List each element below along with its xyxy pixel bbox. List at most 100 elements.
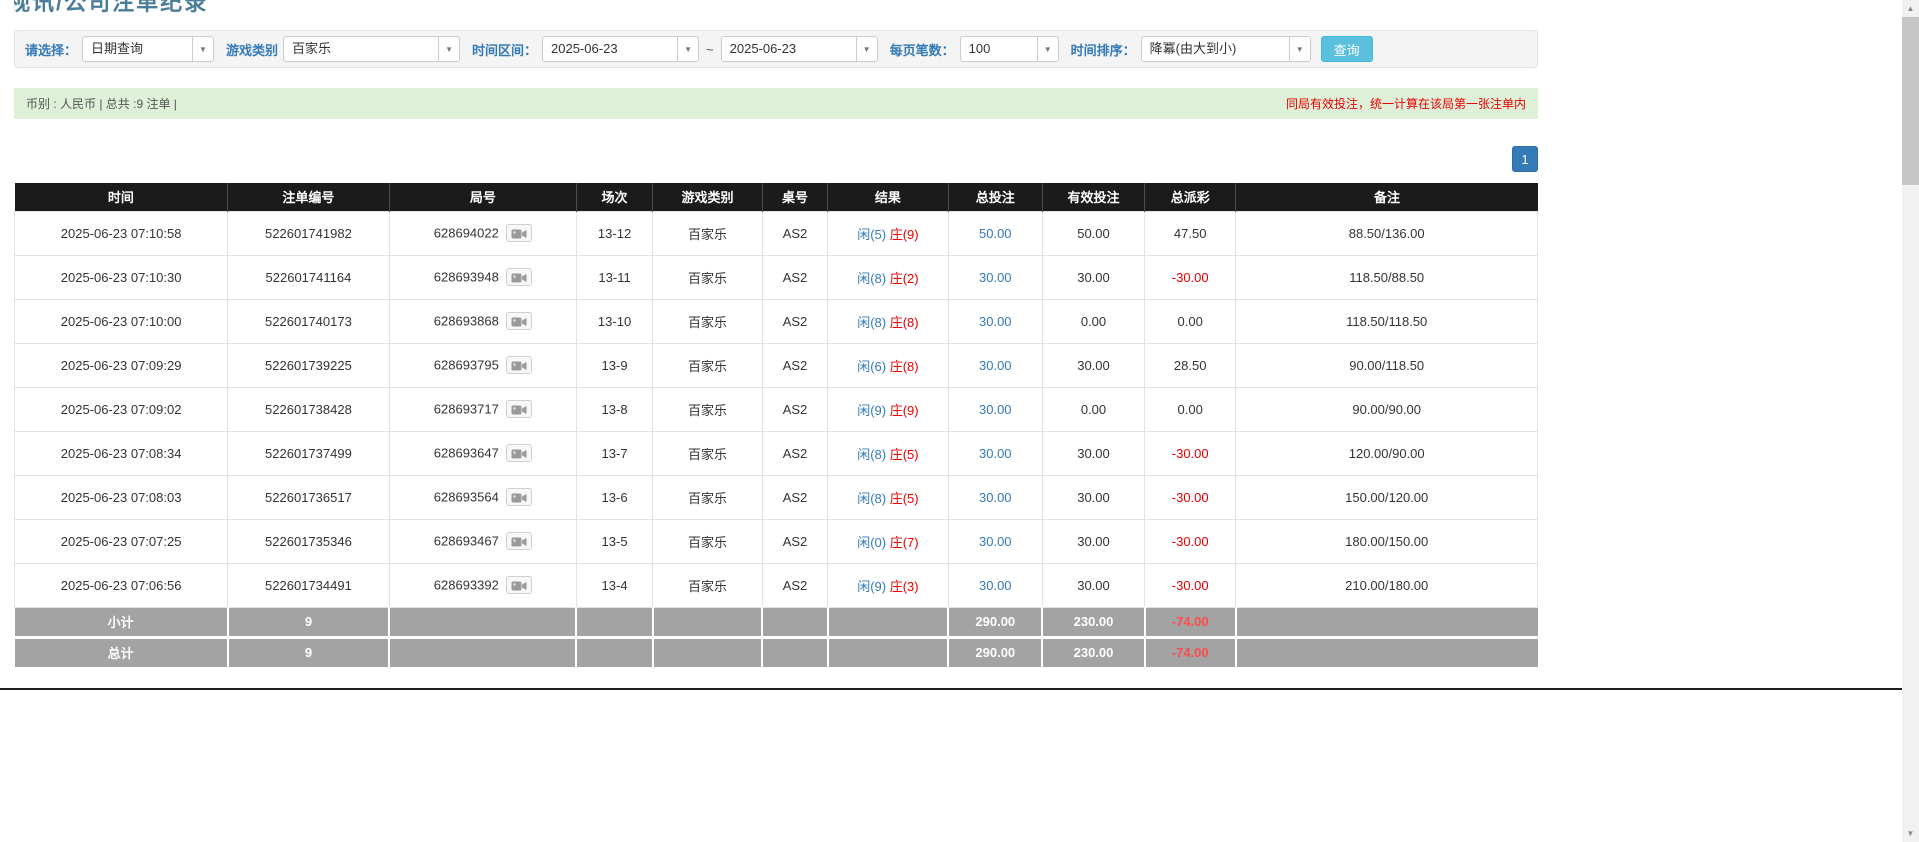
result-banker: 庄(2) <box>890 271 919 286</box>
total-bet-link[interactable]: 30.00 <box>979 270 1012 285</box>
result-banker: 庄(7) <box>890 535 919 550</box>
column-header-time: 时间 <box>15 183 228 211</box>
query-button[interactable]: 查询 <box>1321 36 1373 62</box>
cell-table-no: AS2 <box>762 475 827 519</box>
total-bet-link[interactable]: 50.00 <box>979 226 1012 241</box>
video-replay-button[interactable] <box>506 400 532 418</box>
cell-bet-id: 522601737499 <box>228 431 389 475</box>
video-camera-icon <box>511 316 527 328</box>
cell-payout: -30.00 <box>1145 255 1236 299</box>
video-replay-button[interactable] <box>506 488 532 506</box>
video-camera-icon <box>511 360 527 372</box>
video-camera-icon <box>511 404 527 416</box>
footer-count: 9 <box>228 607 389 637</box>
cell-game-type: 百家乐 <box>653 343 763 387</box>
video-replay-button[interactable] <box>506 576 532 594</box>
table-row: 2025-06-23 07:07:25522601735346628693467… <box>15 519 1538 563</box>
cell-result: 闲(6) 庄(8) <box>828 343 948 387</box>
chevron-down-icon[interactable]: ▼ <box>192 36 214 62</box>
total-bet-link[interactable]: 30.00 <box>979 578 1012 593</box>
game-type-select[interactable]: 百家乐 ▼ <box>283 36 460 62</box>
date-range-separator: ~ <box>706 42 714 57</box>
bottom-divider <box>0 688 1902 690</box>
chevron-down-icon[interactable]: ▼ <box>438 36 460 62</box>
video-replay-button[interactable] <box>506 356 532 374</box>
result-player: 闲(5) <box>857 227 886 242</box>
page-1-button[interactable]: 1 <box>1512 146 1538 172</box>
cell-round: 628693717 <box>389 387 576 431</box>
cell-round: 628693795 <box>389 343 576 387</box>
query-type-select[interactable]: 日期查询 ▼ <box>82 36 214 62</box>
cell-bet-id: 522601741982 <box>228 211 389 255</box>
cell-result: 闲(8) 庄(8) <box>828 299 948 343</box>
cell-bet-id: 522601738428 <box>228 387 389 431</box>
video-camera-icon <box>511 580 527 592</box>
total-bet-link[interactable]: 30.00 <box>979 534 1012 549</box>
scrollbar-down-arrow-icon[interactable]: ▼ <box>1902 825 1919 842</box>
result-player: 闲(8) <box>857 271 886 286</box>
result-banker: 庄(5) <box>890 447 919 462</box>
table-row: 2025-06-23 07:06:56522601734491628693392… <box>15 563 1538 607</box>
table-row: 2025-06-23 07:08:03522601736517628693564… <box>15 475 1538 519</box>
cell-payout: 0.00 <box>1145 387 1236 431</box>
cell-result: 闲(8) 庄(2) <box>828 255 948 299</box>
result-banker: 庄(8) <box>890 359 919 374</box>
date-to-input[interactable]: 2025-06-23 ▼ <box>721 36 878 62</box>
cell-table-no: AS2 <box>762 387 827 431</box>
video-replay-button[interactable] <box>506 268 532 286</box>
total-bet-link[interactable]: 30.00 <box>979 402 1012 417</box>
summary-bar: 币别 : 人民币 | 总共 :9 注单 | 同局有效投注，统一计算在该局第一张注… <box>14 88 1538 119</box>
page-size-select[interactable]: 100 ▼ <box>960 36 1059 62</box>
column-header-note: 备注 <box>1236 183 1538 211</box>
result-player: 闲(0) <box>857 535 886 550</box>
table-row: 2025-06-23 07:09:29522601739225628693795… <box>15 343 1538 387</box>
result-banker: 庄(3) <box>890 579 919 594</box>
cell-payout: 47.50 <box>1145 211 1236 255</box>
cell-session: 13-11 <box>576 255 652 299</box>
cell-valid-bet: 30.00 <box>1042 563 1144 607</box>
cell-result: 闲(5) 庄(9) <box>828 211 948 255</box>
sort-order-select[interactable]: 降冪(由大到小) ▼ <box>1141 36 1311 62</box>
cell-session: 13-10 <box>576 299 652 343</box>
scrollbar-thumb[interactable] <box>1902 17 1919 185</box>
subtotal-row: 小计9290.00230.00-74.00 <box>15 607 1538 637</box>
vertical-scrollbar[interactable]: ▲ ▼ <box>1902 0 1919 842</box>
cell-valid-bet: 50.00 <box>1042 211 1144 255</box>
cell-bet-id: 522601740173 <box>228 299 389 343</box>
video-replay-button[interactable] <box>506 224 532 242</box>
chevron-down-icon[interactable]: ▼ <box>677 36 699 62</box>
cell-session: 13-12 <box>576 211 652 255</box>
cell-table-no: AS2 <box>762 343 827 387</box>
game-type-value: 百家乐 <box>283 36 439 62</box>
date-from-input[interactable]: 2025-06-23 ▼ <box>542 36 699 62</box>
scrollbar-up-arrow-icon[interactable]: ▲ <box>1902 0 1919 17</box>
result-player: 闲(8) <box>857 447 886 462</box>
date-range-label: 时间区间： <box>472 40 537 59</box>
total-bet-link[interactable]: 30.00 <box>979 314 1012 329</box>
result-player: 闲(8) <box>857 315 886 330</box>
video-replay-button[interactable] <box>506 444 532 462</box>
cell-session: 13-4 <box>576 563 652 607</box>
total-bet-link[interactable]: 30.00 <box>979 490 1012 505</box>
cell-note: 150.00/120.00 <box>1236 475 1538 519</box>
video-replay-button[interactable] <box>506 532 532 550</box>
chevron-down-icon[interactable]: ▼ <box>856 36 878 62</box>
cell-table-no: AS2 <box>762 255 827 299</box>
cell-game-type: 百家乐 <box>653 475 763 519</box>
chevron-down-icon[interactable]: ▼ <box>1037 36 1059 62</box>
total-bet-link[interactable]: 30.00 <box>979 446 1012 461</box>
video-replay-button[interactable] <box>506 312 532 330</box>
result-banker: 庄(9) <box>890 227 919 242</box>
cell-total-bet: 50.00 <box>948 211 1042 255</box>
total-bet-link[interactable]: 30.00 <box>979 358 1012 373</box>
column-header-result: 结果 <box>828 183 948 211</box>
cell-session: 13-5 <box>576 519 652 563</box>
column-header-game-type: 游戏类别 <box>653 183 763 211</box>
cell-bet-id: 522601736517 <box>228 475 389 519</box>
chevron-down-icon[interactable]: ▼ <box>1289 36 1311 62</box>
page-size-value: 100 <box>960 36 1038 62</box>
cell-game-type: 百家乐 <box>653 387 763 431</box>
footer-valid-bet: 230.00 <box>1042 607 1144 637</box>
cell-bet-id: 522601734491 <box>228 563 389 607</box>
footer-label: 总计 <box>15 637 228 667</box>
